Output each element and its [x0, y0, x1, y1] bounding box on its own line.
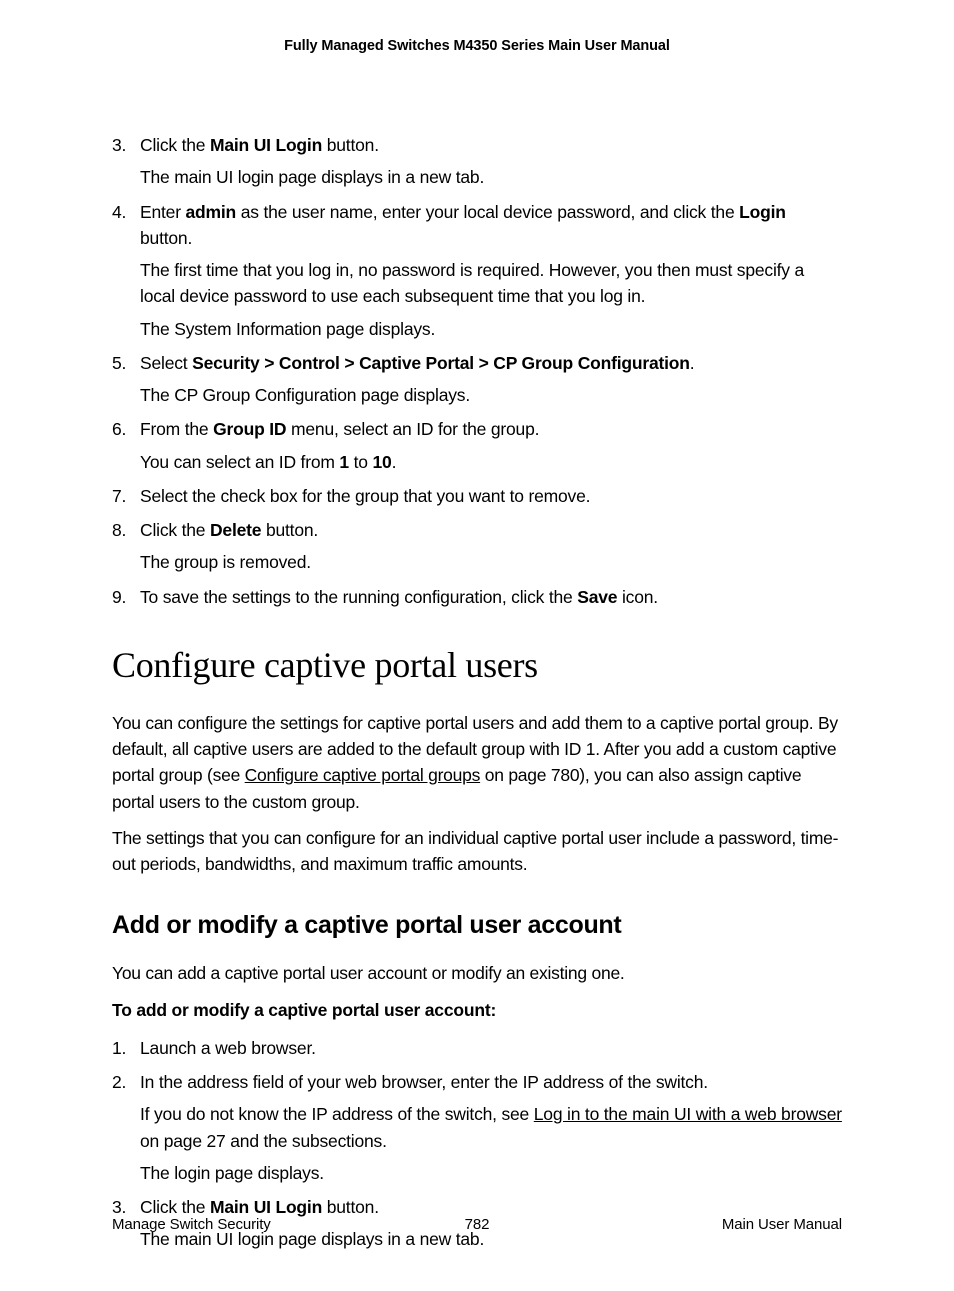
text: icon. [617, 587, 658, 607]
step-1: Launch a web browser. [140, 1035, 842, 1061]
text: menu, select an ID for the group. [286, 419, 539, 439]
xref-link[interactable]: Configure captive portal groups [245, 765, 480, 785]
step-note: The System Information page displays. [140, 316, 842, 342]
text-bold: Group ID [213, 419, 286, 439]
text: . [690, 353, 695, 373]
page-header: Fully Managed Switches M4350 Series Main… [112, 38, 842, 54]
footer-left: Manage Switch Security [112, 1216, 355, 1233]
step-3: Click the Main UI Login button. The main… [140, 132, 842, 191]
footer-page-number: 782 [355, 1216, 598, 1233]
step-note: If you do not know the IP address of the… [140, 1101, 842, 1154]
step-5: Select Security > Control > Captive Port… [140, 350, 842, 409]
text: Click the [140, 1197, 210, 1217]
text: button. [140, 228, 192, 248]
step-note: The group is removed. [140, 549, 842, 575]
text: Select the check box for the group that … [140, 486, 590, 506]
step-note: The first time that you log in, no passw… [140, 257, 842, 310]
text-bold: Login [739, 202, 786, 222]
step-2: In the address field of your web browser… [140, 1069, 842, 1186]
section-paragraph: You can configure the settings for capti… [112, 710, 842, 815]
text: To save the settings to the running conf… [140, 587, 577, 607]
step-6: From the Group ID menu, select an ID for… [140, 416, 842, 475]
text: If you do not know the IP address of the… [140, 1104, 534, 1124]
text-bold: 10 [372, 452, 391, 472]
text: In the address field of your web browser… [140, 1072, 708, 1092]
text-bold: 1 [339, 452, 349, 472]
text: button. [261, 520, 318, 540]
subsection-intro: You can add a captive portal user accoun… [112, 960, 842, 986]
step-8: Click the Delete button. The group is re… [140, 517, 842, 576]
step-note: The CP Group Configuration page displays… [140, 382, 842, 408]
section-heading: Configure captive portal users [112, 644, 842, 686]
text: on page 27 and the subsections. [140, 1131, 387, 1151]
text: From the [140, 419, 213, 439]
section-paragraph: The settings that you can configure for … [112, 825, 842, 878]
text: Select [140, 353, 192, 373]
text: button. [322, 135, 379, 155]
text: . [392, 452, 397, 472]
step-note: You can select an ID from 1 to 10. [140, 449, 842, 475]
step-7: Select the check box for the group that … [140, 483, 842, 509]
text: Enter [140, 202, 186, 222]
text-bold: Main UI Login [210, 1197, 322, 1217]
footer-right: Main User Manual [599, 1216, 842, 1233]
steps-list-1: Click the Main UI Login button. The main… [112, 132, 842, 610]
text: Launch a web browser. [140, 1038, 316, 1058]
text: to [349, 452, 373, 472]
procedure-lead: To add or modify a captive portal user a… [112, 997, 842, 1023]
text: Click the [140, 520, 210, 540]
step-note: The main UI login page displays in a new… [140, 164, 842, 190]
text-bold: Save [577, 587, 617, 607]
step-note: The login page displays. [140, 1160, 842, 1186]
xref-link[interactable]: Log in to the main UI with a web browser [534, 1104, 842, 1124]
text-bold: Security > Control > Captive Portal > CP… [192, 353, 690, 373]
page: Fully Managed Switches M4350 Series Main… [0, 0, 954, 1291]
text-bold: admin [186, 202, 237, 222]
text: as the user name, enter your local devic… [236, 202, 739, 222]
page-footer: Manage Switch Security 782 Main User Man… [112, 1216, 842, 1233]
text-bold: Main UI Login [210, 135, 322, 155]
step-4: Enter admin as the user name, enter your… [140, 199, 842, 342]
step-9: To save the settings to the running conf… [140, 584, 842, 610]
subsection-heading: Add or modify a captive portal user acco… [112, 911, 842, 940]
text: Click the [140, 135, 210, 155]
text-bold: Delete [210, 520, 261, 540]
text: You can select an ID from [140, 452, 339, 472]
text: button. [322, 1197, 379, 1217]
